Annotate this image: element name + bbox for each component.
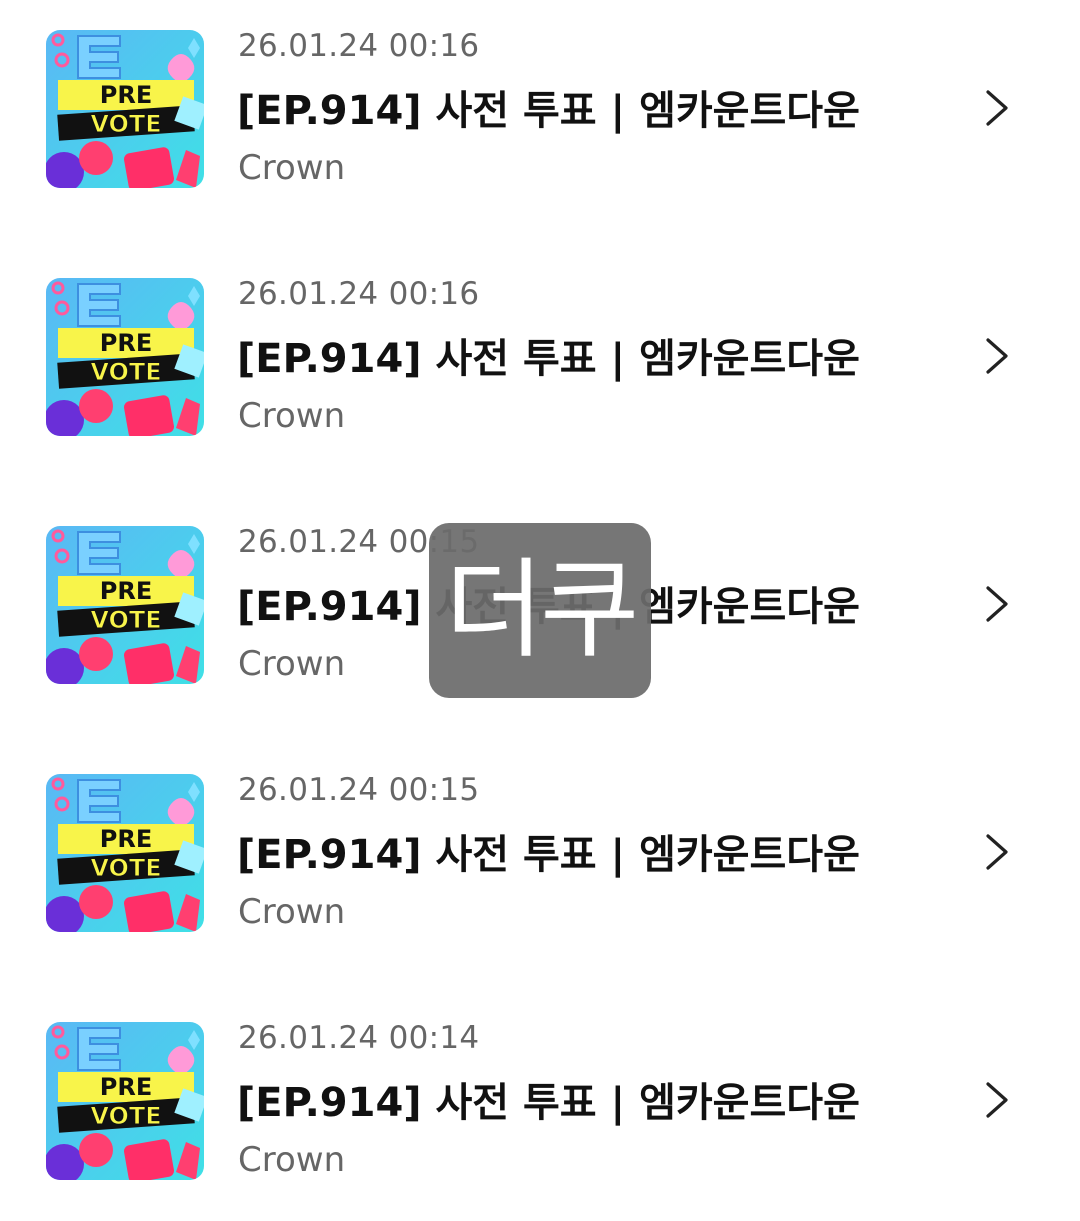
item-date: 26.01.24 00:16 bbox=[238, 28, 480, 64]
chevron-right-icon bbox=[986, 1082, 1008, 1118]
item-subtitle: Crown bbox=[238, 148, 346, 188]
item-title: [EP.914] 사전 투표 | 엠카운트다운 bbox=[237, 1080, 860, 1126]
chevron-right-icon bbox=[986, 90, 1008, 126]
pre-vote-thumbnail-icon: PRE VOTE bbox=[46, 30, 204, 188]
list-item[interactable]: PRE VOTE 26.01.24 00:14 [EP.914] 사전 투표 |… bbox=[0, 1014, 1080, 1214]
item-title: [EP.914] 사전 투표 | 엠카운트다운 bbox=[237, 88, 860, 134]
item-subtitle: Crown bbox=[238, 892, 346, 932]
list-item[interactable]: PRE VOTE 26.01.24 00:16 [EP.914] 사전 투표 |… bbox=[0, 270, 1080, 470]
item-subtitle: Crown bbox=[238, 396, 346, 436]
thumb-line2: VOTE bbox=[90, 854, 161, 882]
item-title: [EP.914] 사전 투표 | 엠카운트다운 bbox=[237, 336, 860, 382]
pre-vote-thumbnail-icon: PRE VOTE bbox=[46, 278, 204, 436]
thumb-line2: VOTE bbox=[90, 1102, 161, 1130]
item-title: [EP.914] 사전 투표 | 엠카운트다운 bbox=[237, 832, 860, 878]
item-date: 26.01.24 00:16 bbox=[238, 276, 480, 312]
list-item[interactable]: PRE VOTE 26.01.24 00:15 [EP.914] 사전 투표 |… bbox=[0, 766, 1080, 966]
pre-vote-thumbnail-icon: PRE VOTE bbox=[46, 774, 204, 932]
thumb-line2: VOTE bbox=[90, 110, 161, 138]
thumb-line2: VOTE bbox=[90, 606, 161, 634]
thumb-line1: PRE bbox=[100, 577, 152, 605]
item-date: 26.01.24 00:15 bbox=[238, 772, 480, 808]
item-subtitle: Crown bbox=[238, 644, 346, 684]
thumb-line2: VOTE bbox=[90, 358, 161, 386]
pre-vote-thumbnail-icon: PRE VOTE bbox=[46, 1022, 204, 1180]
pre-vote-thumbnail-icon: PRE VOTE bbox=[46, 526, 204, 684]
item-subtitle: Crown bbox=[238, 1140, 346, 1180]
watermark: 더쿠 bbox=[429, 523, 651, 698]
list-item[interactable]: PRE VOTE 26.01.24 00:16 [EP.914] 사전 투표 |… bbox=[0, 22, 1080, 222]
chevron-right-icon bbox=[986, 586, 1008, 622]
watermark-text: 더쿠 bbox=[444, 547, 640, 673]
thumb-line1: PRE bbox=[100, 825, 152, 853]
chevron-right-icon bbox=[986, 338, 1008, 374]
item-date: 26.01.24 00:14 bbox=[238, 1020, 480, 1056]
chevron-right-icon bbox=[986, 834, 1008, 870]
thumb-line1: PRE bbox=[100, 329, 152, 357]
thumb-line1: PRE bbox=[100, 81, 152, 109]
thumb-line1: PRE bbox=[100, 1073, 152, 1101]
